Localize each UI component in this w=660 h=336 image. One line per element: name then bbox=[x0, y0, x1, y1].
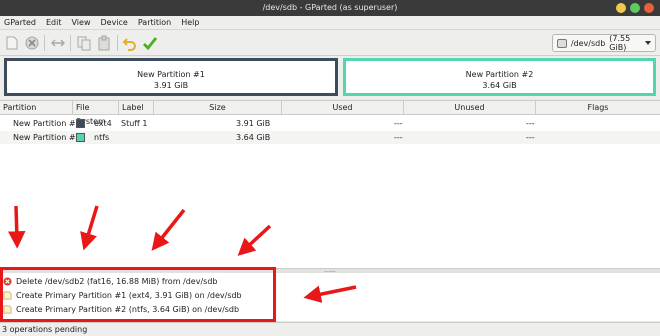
toolbar-separator bbox=[44, 35, 45, 51]
menu-partition[interactable]: Partition bbox=[138, 18, 171, 27]
copy-icon[interactable] bbox=[76, 35, 92, 51]
partition-block-1[interactable]: New Partition #1 3.91 GiB bbox=[4, 58, 338, 96]
partition-graphic: New Partition #1 3.91 GiB New Partition … bbox=[0, 56, 660, 99]
new-icon[interactable] bbox=[4, 35, 20, 51]
operation-text: Create Primary Partition #1 (ext4, 3.91 … bbox=[16, 291, 242, 300]
column-header-label[interactable]: Label bbox=[119, 101, 154, 115]
close-button[interactable] bbox=[644, 3, 654, 13]
undo-icon[interactable] bbox=[122, 35, 138, 51]
menu-device[interactable]: Device bbox=[100, 18, 127, 27]
column-header-used[interactable]: Used bbox=[282, 101, 404, 115]
cell-partition: New Partition #1 bbox=[13, 119, 81, 128]
toolbar-separator bbox=[70, 35, 71, 51]
window-title: /dev/sdb - GParted (as superuser) bbox=[262, 3, 398, 12]
column-header-partition[interactable]: Partition bbox=[0, 101, 73, 115]
operation-item[interactable]: Create Primary Partition #1 (ext4, 3.91 … bbox=[3, 289, 242, 302]
status-text: 3 operations pending bbox=[2, 325, 88, 334]
menu-edit[interactable]: Edit bbox=[46, 18, 62, 27]
cell-used: --- bbox=[394, 133, 403, 142]
toolbar-separator bbox=[117, 35, 118, 51]
fs-color-swatch bbox=[76, 119, 85, 128]
window-controls bbox=[616, 3, 654, 13]
partition-block-name: New Partition #1 bbox=[137, 70, 205, 79]
menu-gparted[interactable]: GParted bbox=[4, 18, 36, 27]
table-row[interactable]: New Partition #2 ntfs 3.64 GiB --- --- bbox=[0, 131, 660, 144]
partition-block-name: New Partition #2 bbox=[465, 70, 534, 79]
menu-bar: GParted Edit View Device Partition Help bbox=[0, 16, 660, 30]
resize-move-icon[interactable] bbox=[50, 35, 66, 51]
column-header-flags[interactable]: Flags bbox=[536, 101, 660, 115]
chevron-down-icon bbox=[645, 41, 651, 45]
delete-icon[interactable] bbox=[24, 35, 40, 51]
partition-block-size: 3.91 GiB bbox=[153, 81, 189, 90]
column-header-file-system[interactable]: File System bbox=[73, 101, 119, 126]
cell-unused: --- bbox=[526, 133, 535, 142]
cell-size: 3.64 GiB bbox=[236, 133, 271, 142]
pending-operations-list: Delete /dev/sdb2 (fat16, 16.88 MiB) from… bbox=[0, 273, 660, 321]
table-header: Partition File System Label Size Used Un… bbox=[0, 100, 660, 126]
cell-unused: --- bbox=[526, 119, 535, 128]
cell-label: Stuff 1 bbox=[121, 119, 148, 128]
minimize-button[interactable] bbox=[616, 3, 626, 13]
cell-file-system: ext4 bbox=[94, 119, 112, 128]
fs-color-swatch bbox=[76, 133, 85, 142]
toolbar: /dev/sdb (7.55 GiB) bbox=[0, 30, 660, 56]
menu-help[interactable]: Help bbox=[181, 18, 199, 27]
device-size: (7.55 GiB) bbox=[609, 34, 631, 52]
maximize-button[interactable] bbox=[630, 3, 640, 13]
operation-text: Delete /dev/sdb2 (fat16, 16.88 MiB) from… bbox=[16, 277, 218, 286]
cell-file-system: ntfs bbox=[94, 133, 110, 142]
new-partition-icon bbox=[3, 291, 12, 300]
partition-block-2[interactable]: New Partition #2 3.64 GiB bbox=[343, 58, 656, 96]
paste-icon[interactable] bbox=[96, 35, 112, 51]
delete-icon bbox=[3, 277, 12, 286]
operation-item[interactable]: Delete /dev/sdb2 (fat16, 16.88 MiB) from… bbox=[3, 275, 217, 288]
menu-view[interactable]: View bbox=[72, 18, 91, 27]
column-header-unused[interactable]: Unused bbox=[404, 101, 536, 115]
title-bar: /dev/sdb - GParted (as superuser) bbox=[0, 0, 660, 16]
cell-used: --- bbox=[394, 119, 403, 128]
status-bar: 3 operations pending bbox=[0, 322, 660, 336]
disk-icon bbox=[557, 38, 567, 48]
partition-block-size: 3.64 GiB bbox=[482, 81, 517, 90]
table-row[interactable]: New Partition #1 ext4 Stuff 1 3.91 GiB -… bbox=[0, 117, 660, 130]
apply-icon[interactable] bbox=[142, 35, 158, 51]
operation-item[interactable]: Create Primary Partition #2 (ntfs, 3.64 … bbox=[3, 303, 239, 316]
device-selector[interactable]: /dev/sdb (7.55 GiB) bbox=[552, 34, 656, 52]
cell-partition: New Partition #2 bbox=[13, 133, 81, 142]
new-partition-icon bbox=[3, 305, 12, 314]
device-name: /dev/sdb bbox=[570, 38, 606, 48]
cell-size: 3.91 GiB bbox=[236, 119, 271, 128]
operation-text: Create Primary Partition #2 (ntfs, 3.64 … bbox=[16, 305, 240, 314]
partition-table: Partition File System Label Size Used Un… bbox=[0, 100, 660, 268]
column-header-size[interactable]: Size bbox=[154, 101, 282, 115]
